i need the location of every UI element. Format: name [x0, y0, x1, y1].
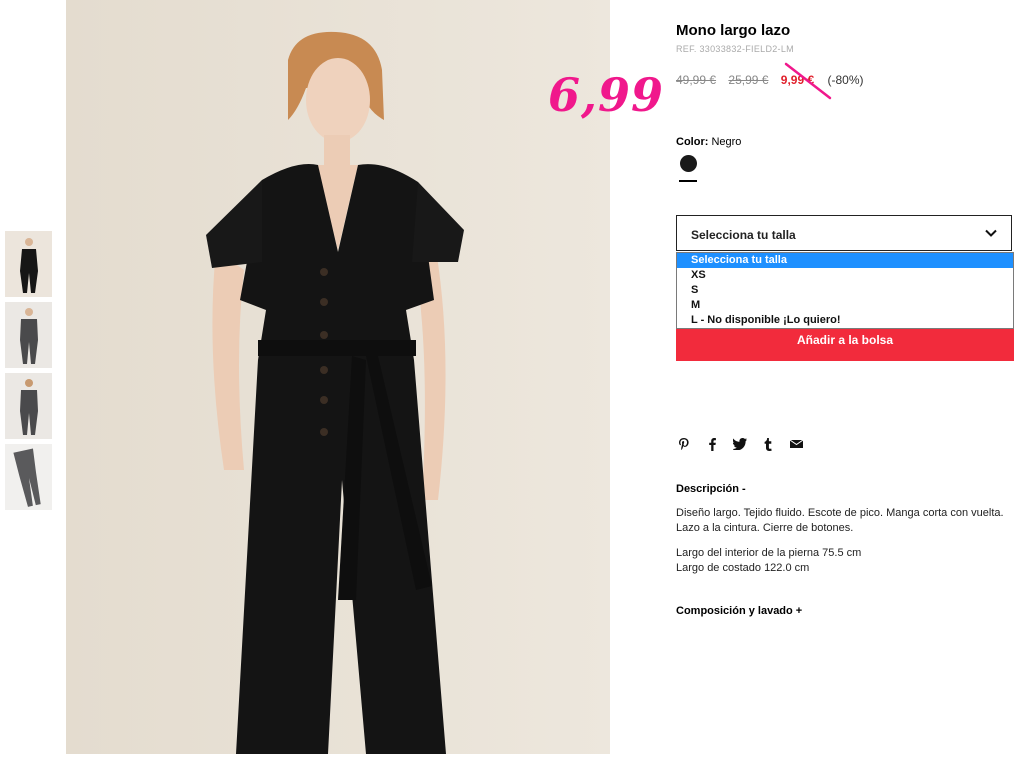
thumbnail-4[interactable] [5, 444, 52, 510]
size-select[interactable]: Selecciona tu talla [676, 215, 1012, 251]
share-icons [676, 436, 804, 452]
thumbnail-2[interactable] [5, 302, 52, 368]
size-select-value: Selecciona tu talla [691, 228, 796, 242]
color-label: Color: [676, 136, 709, 148]
description-body: Diseño largo. Tejido fluido. Escote de p… [676, 506, 1014, 576]
pinterest-icon[interactable] [676, 436, 692, 452]
size-option-s[interactable]: S [677, 283, 1013, 298]
description-toggle[interactable]: Descripción - [676, 483, 746, 495]
product-reference: REF. 33033832-FIELD2-LM [676, 44, 794, 54]
size-option-l-unavailable[interactable]: L - No disponible ¡Lo quiero! [677, 313, 1013, 328]
twitter-icon[interactable] [732, 436, 748, 452]
price-row: 49,99 € 25,99 € 9,99 € (-80%) [676, 73, 864, 87]
color-label-row: Color: Negro [676, 136, 741, 148]
size-option-placeholder[interactable]: Selecciona tu talla [677, 253, 1013, 268]
color-swatch-black[interactable] [680, 155, 697, 172]
size-option-xs[interactable]: XS [677, 268, 1013, 283]
thumbnail-gallery [5, 231, 52, 515]
email-icon[interactable] [788, 436, 804, 452]
size-option-m[interactable]: M [677, 298, 1013, 313]
thumbnail-3[interactable] [5, 373, 52, 439]
chevron-down-icon [985, 229, 997, 237]
price-strikethrough-mark [784, 62, 832, 100]
product-title: Mono largo lazo [676, 22, 791, 39]
size-dropdown-list: Selecciona tu talla XS S M L - No dispon… [676, 252, 1014, 329]
color-value: Negro [711, 136, 742, 148]
add-to-bag-button[interactable]: Añadir a la bolsa [676, 328, 1014, 361]
description-text: Diseño largo. Tejido fluido. Escote de p… [676, 507, 1004, 534]
product-image [66, 0, 610, 754]
promo-price-annotation: 6,99 [548, 68, 665, 122]
inseam-length: Largo del interior de la pierna 75.5 cm [676, 547, 862, 559]
facebook-icon[interactable] [704, 436, 720, 452]
previous-price: 25,99 € [728, 73, 769, 87]
composition-toggle[interactable]: Composición y lavado + [676, 605, 802, 617]
selected-swatch-indicator [679, 180, 697, 182]
add-to-bag-label: Añadir a la bolsa [796, 333, 894, 347]
tumblr-icon[interactable] [760, 436, 776, 452]
thumbnail-1[interactable] [5, 231, 52, 297]
original-price: 49,99 € [676, 73, 717, 87]
side-length: Largo de costado 122.0 cm [676, 562, 810, 574]
